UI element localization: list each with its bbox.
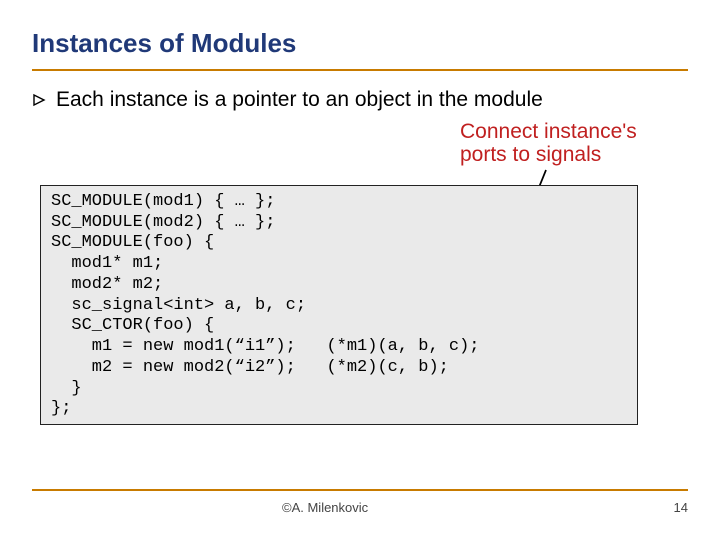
code-block: SC_MODULE(mod1) { … }; SC_MODULE(mod2) {…: [40, 185, 638, 425]
slide-title: Instances of Modules: [32, 28, 296, 59]
code-line: mod2* m2;: [51, 275, 163, 294]
bullet-text: Each instance is a pointer to an object …: [56, 88, 543, 112]
code-line: SC_CTOR(foo) {: [51, 316, 214, 335]
bullet-row: Each instance is a pointer to an object …: [32, 88, 543, 112]
title-underline: [32, 69, 688, 71]
code-line: m2 = new mod2(“i2”); (*m2)(c, b);: [51, 358, 449, 377]
footer-author: ©A. Milenkovic: [282, 500, 368, 515]
code-line: SC_MODULE(foo) {: [51, 233, 214, 252]
page-number: 14: [674, 500, 688, 515]
annotation-line-2: ports to signals: [460, 143, 680, 166]
code-line: mod1* m1;: [51, 254, 163, 273]
code-line: sc_signal<int> a, b, c;: [51, 296, 306, 315]
code-line: SC_MODULE(mod2) { … };: [51, 213, 275, 232]
code-line: SC_MODULE(mod1) { … };: [51, 192, 275, 211]
arrow-icon: [32, 93, 48, 107]
code-line: }: [51, 379, 82, 398]
code-line: m1 = new mod1(“i1”); (*m1)(a, b, c);: [51, 337, 479, 356]
code-line: };: [51, 399, 71, 418]
slide: Instances of Modules Each instance is a …: [0, 0, 720, 540]
annotation-text: Connect instance's ports to signals: [460, 120, 680, 166]
footer-rule: [32, 489, 688, 491]
annotation-line-1: Connect instance's: [460, 120, 680, 143]
